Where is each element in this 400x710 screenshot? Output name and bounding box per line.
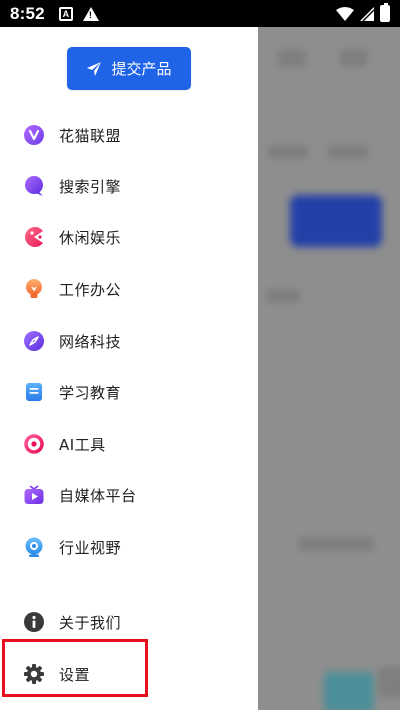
menu-item-label: 花猫联盟 <box>59 126 122 145</box>
notification-a-icon: A <box>58 6 73 21</box>
chat-bubble-icon <box>23 175 45 197</box>
settings-highlight-box <box>2 639 148 697</box>
navigation-drawer: 提交产品 花猫联盟 搜索引擎 休闲娱乐 工作办公 网络科技 学习教育 AI工具 … <box>0 27 258 710</box>
menu-item-label: 学习教育 <box>59 383 122 402</box>
bg-shape <box>328 145 368 159</box>
bg-teal-block <box>324 672 374 710</box>
bg-shape <box>340 49 368 67</box>
menu-item-industry-view[interactable]: 行业视野 <box>0 527 258 567</box>
menu-item-label: 休闲娱乐 <box>59 228 122 247</box>
pacman-icon <box>23 226 45 248</box>
compass-icon <box>23 330 45 352</box>
menu-item-label: 行业视野 <box>59 538 122 557</box>
signal-icon <box>360 6 374 21</box>
menu-item-ai-tools[interactable]: AI工具 <box>0 424 258 464</box>
bg-shape <box>278 49 306 67</box>
menu-item-office[interactable]: 工作办公 <box>0 269 258 309</box>
battery-icon <box>380 3 390 22</box>
bg-blue-block <box>290 195 382 247</box>
bg-shape <box>268 145 308 159</box>
menu-item-label: 自媒体平台 <box>59 486 137 505</box>
menu-item-self-media[interactable]: 自媒体平台 <box>0 475 258 515</box>
status-bar: 8:52 A <box>0 0 400 27</box>
webcam-icon <box>23 536 45 558</box>
submit-product-label: 提交产品 <box>111 60 172 78</box>
menu-item-network-tech[interactable]: 网络科技 <box>0 321 258 361</box>
menu-item-label: 搜索引擎 <box>59 177 122 196</box>
wifi-icon <box>336 6 354 21</box>
background-app-overlay[interactable] <box>258 27 400 710</box>
status-right-icons <box>336 3 390 22</box>
send-icon <box>87 61 102 76</box>
info-icon <box>23 611 45 633</box>
document-icon <box>23 381 45 403</box>
menu-item-education[interactable]: 学习教育 <box>0 372 258 412</box>
menu-item-leisure[interactable]: 休闲娱乐 <box>0 217 258 257</box>
menu-item-about-us[interactable]: 关于我们 <box>0 602 258 642</box>
menu-item-huamao[interactable]: 花猫联盟 <box>0 115 258 155</box>
tv-play-icon <box>23 484 45 506</box>
warning-icon <box>82 6 99 21</box>
menu-item-label: 工作办公 <box>59 280 122 299</box>
v-badge-icon <box>23 124 45 146</box>
bg-shape <box>266 289 300 303</box>
ring-icon <box>23 433 45 455</box>
lightbulb-icon <box>23 278 45 300</box>
menu-item-label: 关于我们 <box>59 613 122 632</box>
menu-item-search-engine[interactable]: 搜索引擎 <box>0 166 258 206</box>
status-time: 8:52 <box>10 3 45 23</box>
submit-product-button[interactable]: 提交产品 <box>67 47 191 90</box>
menu-item-label: AI工具 <box>59 435 106 454</box>
bg-shape <box>378 667 400 697</box>
menu-item-label: 网络科技 <box>59 332 122 351</box>
bg-shape <box>298 537 374 551</box>
